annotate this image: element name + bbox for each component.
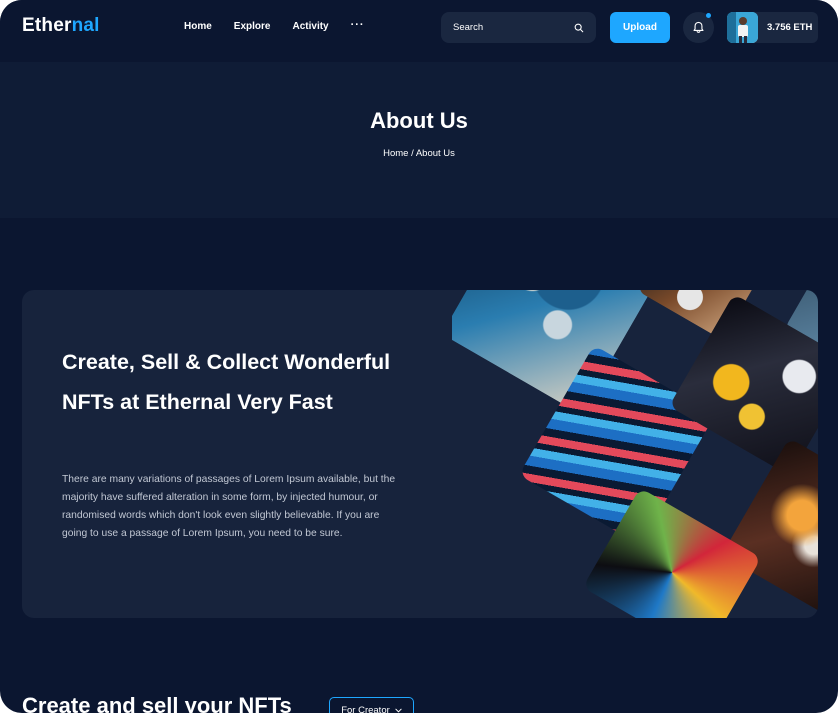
chevron-down-icon xyxy=(395,708,402,713)
nav-explore[interactable]: Explore xyxy=(234,21,271,32)
wallet-button[interactable]: 3.756 ETH xyxy=(727,12,818,43)
bell-icon xyxy=(693,21,704,33)
intro-heading: Create, Sell & Collect Wonderful NFTs at… xyxy=(62,350,391,414)
intro-card: Create, Sell & Collect Wonderful NFTs at… xyxy=(22,290,818,618)
breadcrumb[interactable]: Home / About Us xyxy=(0,148,838,159)
top-navbar: Ethernal Home Explore Activity ··· Searc… xyxy=(0,0,838,58)
avatar-image xyxy=(727,12,758,43)
main-menu: Home Explore Activity ··· xyxy=(184,19,365,32)
app-frame: Ethernal Home Explore Activity ··· Searc… xyxy=(0,0,838,713)
wallet-balance: 3.756 ETH xyxy=(767,22,813,33)
intro-body: There are many variations of passages of… xyxy=(62,474,396,539)
upload-button[interactable]: Upload xyxy=(610,12,670,43)
nft-gallery xyxy=(452,290,818,618)
section-title: Create and sell your NFTs xyxy=(22,693,292,713)
page-header: About Us Home / About Us xyxy=(0,62,838,218)
creator-filter-dropdown[interactable]: For Creator xyxy=(329,697,414,713)
logo-text-accent: nal xyxy=(71,15,100,36)
creator-filter-label: For Creator xyxy=(341,704,390,713)
avatar[interactable] xyxy=(727,12,758,43)
notification-button[interactable] xyxy=(683,12,714,43)
search-icon[interactable] xyxy=(574,23,584,33)
logo-text-primary: Ether xyxy=(22,15,72,36)
search-input[interactable]: Search xyxy=(453,22,574,33)
more-menu-icon[interactable]: ··· xyxy=(351,19,365,32)
notification-dot xyxy=(706,13,711,18)
nav-activity[interactable]: Activity xyxy=(292,21,328,32)
page-title: About Us xyxy=(370,108,468,133)
search-box[interactable]: Search xyxy=(441,12,596,43)
logo[interactable]: Ethernal xyxy=(22,15,100,37)
nav-home[interactable]: Home xyxy=(184,21,212,32)
